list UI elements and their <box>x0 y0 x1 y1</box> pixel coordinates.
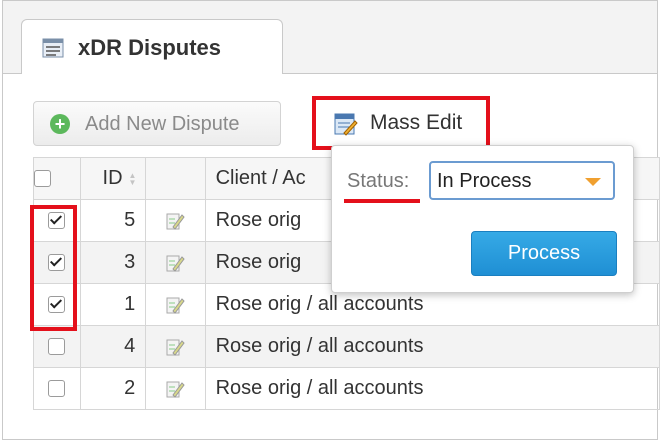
row-checkbox[interactable] <box>48 338 66 356</box>
id-header-label: ID <box>102 167 123 189</box>
add-new-dispute-label: Add New Dispute <box>85 113 240 135</box>
add-icon: + <box>50 114 70 134</box>
edit-icon[interactable] <box>165 211 186 231</box>
table-row[interactable]: 4 Rose orig / all accounts <box>33 325 660 368</box>
status-select-value: In Process <box>437 170 532 192</box>
sort-icon[interactable]: ▲ ▼ <box>129 171 137 186</box>
table-icon <box>42 38 64 58</box>
client-header-label: Client / Ac <box>215 167 306 189</box>
row-id: 5 <box>79 199 147 242</box>
row-checkbox[interactable] <box>48 380 66 398</box>
actions-column-header <box>145 157 206 200</box>
chevron-down-icon <box>585 178 601 186</box>
selected-rows-highlight <box>30 205 77 331</box>
mass-edit-label: Mass Edit <box>370 111 463 134</box>
edit-icon[interactable] <box>165 379 186 399</box>
status-select[interactable]: In Process <box>429 161 615 200</box>
tab-xdr-disputes[interactable]: xDR Disputes <box>21 19 283 74</box>
select-all-cell <box>33 157 81 200</box>
row-id: 2 <box>79 367 147 410</box>
tab-title: xDR Disputes <box>78 35 222 60</box>
mass-edit-icon <box>334 113 358 136</box>
status-underline <box>344 199 420 203</box>
tab-bar: xDR Disputes <box>3 1 657 74</box>
mass-edit-popup: Status: In Process Process <box>331 145 634 293</box>
row-id: 3 <box>79 241 147 284</box>
select-all-checkbox[interactable] <box>34 170 51 188</box>
edit-icon[interactable] <box>165 253 186 273</box>
row-client: Rose orig / all accounts <box>204 367 660 410</box>
id-column-header[interactable]: ID ▲ ▼ <box>79 157 147 200</box>
process-button[interactable]: Process <box>471 231 617 276</box>
row-id: 1 <box>79 283 147 326</box>
table-row[interactable]: 2 Rose orig / all accounts <box>33 367 660 410</box>
row-client: Rose orig / all accounts <box>204 325 660 368</box>
edit-icon[interactable] <box>165 295 186 315</box>
edit-icon[interactable] <box>165 337 186 357</box>
mass-edit-button[interactable]: Mass Edit <box>312 96 490 150</box>
add-new-dispute-button[interactable]: + Add New Dispute <box>33 101 281 146</box>
status-label: Status: <box>347 170 410 192</box>
row-id: 4 <box>79 325 147 368</box>
